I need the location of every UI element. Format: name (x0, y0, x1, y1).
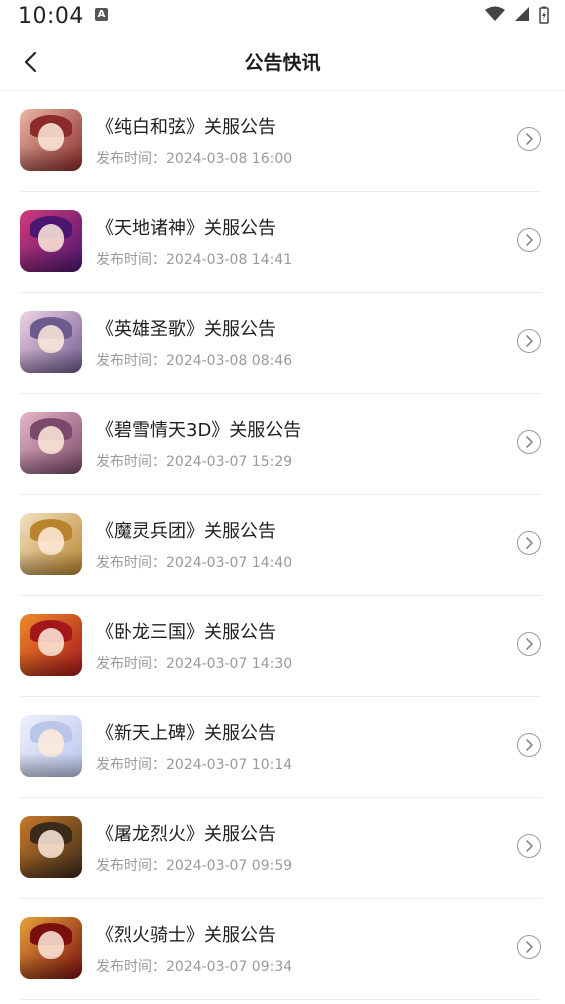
item-title: 《卧龙三国》关服公告 (96, 622, 276, 643)
item-publish-time: 发布时间：2024-03-07 14:40 (96, 555, 293, 571)
announcement-list: 《纯白和弦》关服公告 发布时间：2024-03-08 16:00 《天地诸神》关服公… (0, 91, 565, 1000)
chevron-right-circle-icon[interactable] (517, 733, 541, 757)
chevron-right-circle-icon[interactable] (517, 127, 541, 151)
item-publish-time: 发布时间：2024-03-07 10:14 (96, 757, 293, 773)
item-title: 《纯白和弦》关服公告 (96, 117, 276, 138)
game-icon (20, 614, 82, 676)
list-item[interactable]: 《屠龙烈火》关服公告发布时间：2024-03-07 09:59 (20, 798, 541, 899)
item-title: 《新天上碑》关服公告 (96, 723, 276, 744)
game-art-shade (20, 955, 82, 979)
item-publish-time: 发布时间：2024-03-07 14:30 (96, 656, 293, 672)
signal-icon (514, 7, 529, 21)
item-title: 《天地诸神》关服公告 (96, 218, 276, 239)
game-art-shade (20, 248, 82, 272)
notification-a-icon: A (95, 8, 108, 21)
game-icon (20, 816, 82, 878)
list-item[interactable]: 《天地诸神》关服公告发布时间：2024-03-08 14:41 (20, 192, 541, 293)
wifi-icon (484, 6, 505, 21)
list-item[interactable]: 《卧龙三国》关服公告发布时间：2024-03-07 14:30 (20, 596, 541, 697)
app-header: 公告快讯 (0, 34, 565, 91)
game-icon (20, 715, 82, 777)
chevron-right-circle-icon[interactable] (517, 329, 541, 353)
status-bar: 10:04 A (0, 0, 565, 34)
game-icon (20, 917, 82, 979)
game-art-shade (20, 652, 82, 676)
chevron-right-circle-icon[interactable] (517, 228, 541, 252)
item-title: 《屠龙烈火》关服公告 (96, 824, 276, 845)
game-icon (20, 311, 82, 373)
chevron-right-circle-icon[interactable] (517, 632, 541, 656)
item-publish-time: 发布时间：2024-03-07 09:59 (96, 858, 293, 874)
game-art-shade (20, 450, 82, 474)
item-title: 《烈火骑士》关服公告 (96, 925, 276, 946)
page-title: 公告快讯 (244, 52, 321, 74)
item-publish-time: 发布时间：2024-03-08 08:46 (96, 353, 293, 369)
item-publish-time: 发布时间：2024-03-07 15:29 (96, 454, 293, 470)
list-item[interactable]: 《魔灵兵团》关服公告发布时间：2024-03-07 14:40 (20, 495, 541, 596)
item-publish-time: 发布时间：2024-03-07 09:34 (96, 959, 293, 975)
status-time: 10:04 (18, 4, 84, 29)
game-art-shade (20, 551, 82, 575)
chevron-right-circle-icon[interactable] (517, 430, 541, 454)
chevron-right-circle-icon[interactable] (517, 935, 541, 959)
game-icon (20, 210, 82, 272)
status-icons (481, 6, 549, 24)
chevron-right-circle-icon[interactable] (517, 531, 541, 555)
game-icon (20, 513, 82, 575)
chevron-right-circle-icon[interactable] (517, 834, 541, 858)
item-publish-time: 发布时间：2024-03-08 14:41 (96, 252, 293, 268)
game-art-shade (20, 349, 82, 373)
item-title: 《英雄圣歌》关服公告 (96, 319, 276, 340)
game-art-shade (20, 854, 82, 878)
battery-icon (539, 6, 549, 24)
list-item[interactable]: 《烈火骑士》关服公告发布时间：2024-03-07 09:34 (20, 899, 541, 1000)
list-item[interactable]: 《碧雪情天3D》关服公告发布时间：2024-03-07 15:29 (20, 394, 541, 495)
list-item[interactable]: 《英雄圣歌》关服公告发布时间：2024-03-08 08:46 (20, 293, 541, 394)
game-art-shade (20, 753, 82, 777)
game-icon (20, 412, 82, 474)
list-item[interactable]: 《新天上碑》关服公告发布时间：2024-03-07 10:14 (20, 697, 541, 798)
item-publish-time: 发布时间：2024-03-08 16:00 (96, 151, 293, 167)
item-title: 《碧雪情天3D》关服公告 (96, 420, 302, 441)
game-art-shade (20, 147, 82, 171)
list-item[interactable]: 《纯白和弦》关服公告发布时间：2024-03-08 16:00 (20, 91, 541, 192)
item-title: 《魔灵兵团》关服公告 (96, 521, 276, 542)
game-icon (20, 109, 82, 171)
